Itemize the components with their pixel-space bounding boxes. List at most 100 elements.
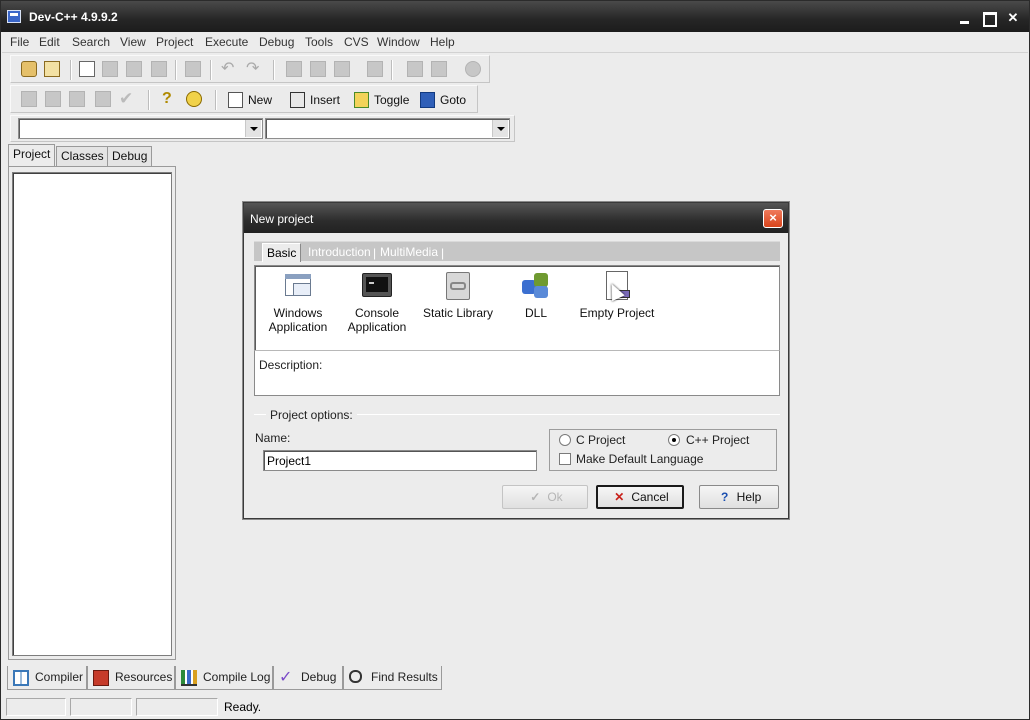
debug-label: Debug — [301, 670, 337, 684]
tab-compiler[interactable]: Compiler — [7, 666, 87, 690]
toggle-bookmark-icon — [354, 92, 369, 108]
new-file-icon[interactable] — [79, 61, 95, 77]
tab-resources[interactable]: Resources — [87, 666, 175, 690]
checkmark-icon: ✓ — [530, 490, 541, 504]
tab-introduction[interactable]: Introduction — [308, 245, 371, 259]
cancel-label: Cancel — [631, 490, 669, 504]
help-question-icon: ? — [720, 490, 729, 504]
member-combo[interactable] — [265, 118, 510, 139]
project-name-input[interactable] — [263, 450, 537, 471]
c-project-label[interactable]: C Project — [576, 433, 625, 447]
menu-debug[interactable]: Debug — [259, 35, 294, 49]
help-label: Help — [736, 490, 762, 504]
chart-icon — [181, 670, 197, 686]
project-options-icon[interactable] — [465, 61, 481, 77]
remove-from-project-icon[interactable] — [431, 61, 447, 77]
save-all-icon[interactable] — [126, 61, 142, 77]
insert-button[interactable]: Insert — [290, 90, 340, 110]
make-default-language-checkbox[interactable] — [559, 453, 571, 465]
menu-edit[interactable]: Edit — [39, 35, 60, 49]
chevron-down-icon[interactable] — [245, 120, 261, 137]
close-file-icon[interactable] — [151, 61, 167, 77]
main-window: Dev-C++ 4.9.9.2 ✕ File Edit Search View … — [0, 0, 1030, 720]
status-bar: Ready. — [2, 695, 1028, 719]
rebuild-icon[interactable] — [95, 91, 111, 107]
goto-button[interactable]: Goto — [420, 90, 466, 110]
compile-icon[interactable] — [21, 91, 37, 107]
menu-window[interactable]: Window — [377, 35, 420, 49]
project-type-static-library[interactable]: Static Library — [421, 270, 495, 320]
toolbar-separator — [175, 60, 177, 80]
project-type-windows-application[interactable]: Windows Application — [268, 270, 328, 334]
goto-line-icon[interactable] — [367, 61, 383, 77]
toggle-button[interactable]: Toggle — [354, 90, 409, 110]
close-window-button[interactable]: ✕ — [1004, 9, 1022, 27]
add-to-project-icon[interactable] — [407, 61, 423, 77]
run-icon[interactable] — [45, 91, 61, 107]
save-icon[interactable] — [102, 61, 118, 77]
find-results-label: Find Results — [371, 670, 438, 684]
ok-button[interactable]: ✓ Ok — [502, 485, 588, 509]
magnifier-icon — [349, 670, 362, 683]
tab-debug[interactable]: Debug — [107, 146, 153, 166]
tab-debug-output[interactable]: ✓ Debug — [273, 666, 343, 690]
menu-execute[interactable]: Execute — [205, 35, 248, 49]
minimize-button[interactable] — [956, 9, 974, 27]
menu-view[interactable]: View — [120, 35, 146, 49]
tab-find-results[interactable]: Find Results — [343, 666, 442, 690]
project-type-label: Empty Project — [579, 306, 655, 320]
help-button[interactable]: ? Help — [699, 485, 779, 509]
c-project-radio[interactable] — [559, 434, 571, 446]
toolbar-main: ↶ ↷ — [10, 55, 490, 83]
resources-label: Resources — [115, 670, 173, 684]
tab-basic[interactable]: Basic — [262, 243, 302, 262]
tab-multimedia[interactable]: MultiMedia — [380, 245, 438, 259]
project-tree[interactable] — [12, 172, 172, 656]
tab-compile-log[interactable]: Compile Log — [175, 666, 273, 690]
tab-classes[interactable]: Classes — [56, 146, 109, 166]
menu-tools[interactable]: Tools — [305, 35, 333, 49]
dialog-close-button[interactable]: × — [763, 209, 783, 228]
project-type-console-application[interactable]: Console Application — [346, 270, 408, 334]
maximize-button[interactable] — [980, 9, 998, 27]
puzzle-icon — [520, 270, 552, 302]
status-cell — [136, 698, 218, 716]
class-combo[interactable] — [18, 118, 263, 139]
undo-icon[interactable]: ↶ — [221, 61, 237, 77]
chevron-down-icon[interactable] — [492, 120, 508, 137]
insert-label: Insert — [310, 93, 341, 107]
check-syntax-icon[interactable]: ✔ — [119, 90, 135, 107]
status-text: Ready. — [224, 700, 262, 714]
compile-run-icon[interactable] — [69, 91, 85, 107]
cpp-project-radio[interactable] — [668, 434, 680, 446]
menu-project[interactable]: Project — [156, 35, 193, 49]
print-icon[interactable] — [185, 61, 201, 77]
new-button[interactable]: New — [228, 90, 272, 110]
toolbar-separator — [391, 60, 393, 80]
window-title: Dev-C++ 4.9.9.2 — [29, 10, 118, 24]
cpp-project-label[interactable]: C++ Project — [686, 433, 749, 447]
project-type-dll[interactable]: DLL — [513, 270, 559, 320]
tab-project[interactable]: Project — [8, 144, 56, 167]
menu-search[interactable]: Search — [72, 35, 110, 49]
cancel-button[interactable]: ✕ Cancel — [596, 485, 684, 509]
open-project-icon[interactable] — [21, 61, 37, 77]
dialog-title-bar[interactable]: New project × — [244, 203, 788, 233]
language-options-box: C Project C++ Project Make Default Langu… — [549, 429, 777, 471]
find-icon[interactable] — [286, 61, 302, 77]
title-bar[interactable]: Dev-C++ 4.9.9.2 ✕ — [1, 1, 1029, 32]
menu-cvs[interactable]: CVS — [344, 35, 369, 49]
about-icon[interactable] — [186, 91, 202, 107]
replace-icon[interactable] — [310, 61, 326, 77]
find-next-icon[interactable] — [334, 61, 350, 77]
help-icon[interactable]: ? — [162, 91, 178, 107]
library-icon — [442, 270, 474, 302]
toolbar-secondary: ✔ ? New Insert Toggle Goto — [10, 85, 478, 113]
redo-icon[interactable]: ↷ — [246, 61, 262, 77]
toolbar-separator — [273, 60, 275, 80]
menu-help[interactable]: Help — [430, 35, 455, 49]
open-file-icon[interactable] — [44, 61, 60, 77]
make-default-language-label[interactable]: Make Default Language — [576, 452, 703, 466]
menu-file[interactable]: File — [10, 35, 29, 49]
project-type-label: DLL — [524, 306, 547, 320]
